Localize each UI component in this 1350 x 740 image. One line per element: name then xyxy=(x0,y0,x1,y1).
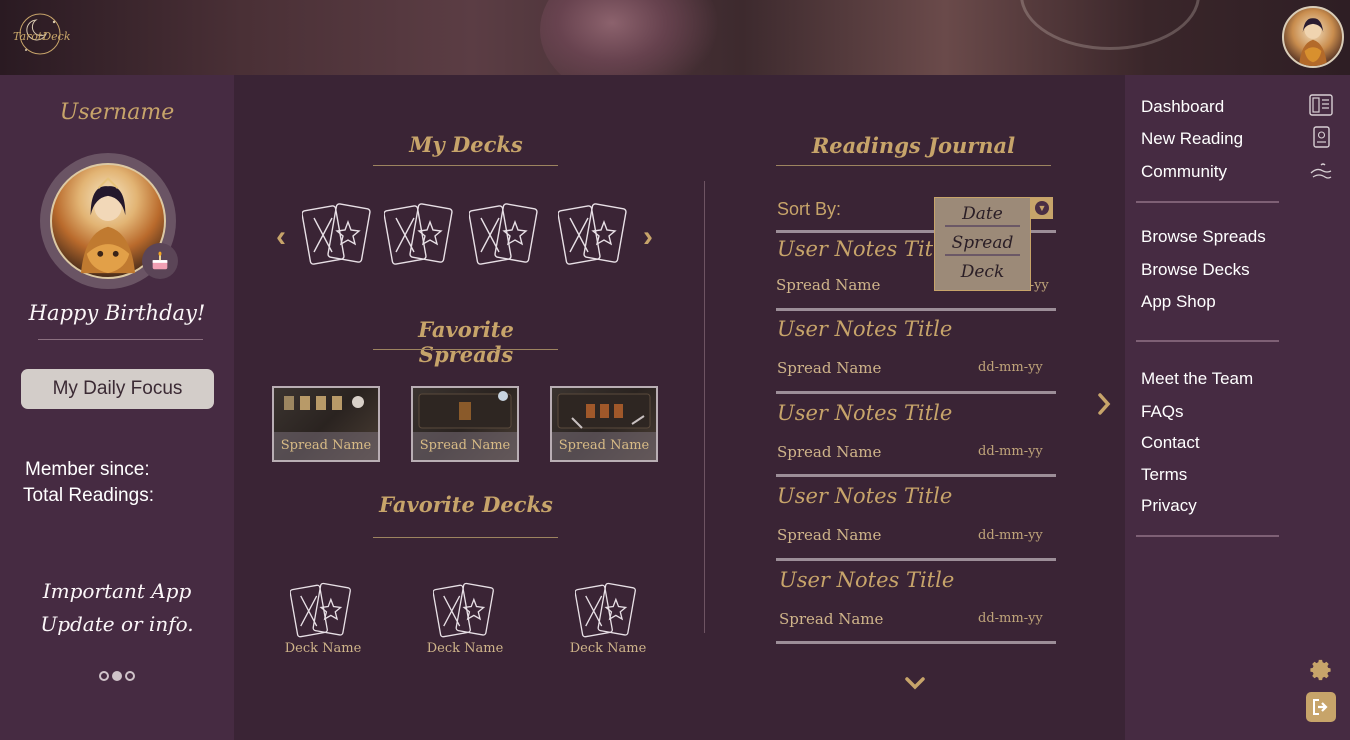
carousel-dot[interactable] xyxy=(125,671,135,681)
deck-name-label: Deck Name xyxy=(426,641,504,656)
spread-thumbnail[interactable]: Spread Name xyxy=(411,386,519,462)
nav-divider xyxy=(1136,340,1279,342)
entry-date: dd-mm-yy xyxy=(978,360,1043,375)
profile-sidebar: Username Happy Birthday! My Daily Focus … xyxy=(0,75,234,740)
app-logo-text: TarotDeck xyxy=(13,30,71,43)
sort-by-label: Sort By: xyxy=(777,199,842,219)
deck-cards-icon[interactable] xyxy=(384,200,456,270)
nav-divider xyxy=(1136,535,1279,537)
sort-option-spread[interactable]: Spread xyxy=(945,230,1020,256)
header-banner: TarotDeck xyxy=(0,0,1350,75)
decks-next-arrow[interactable]: › xyxy=(643,222,653,252)
favorite-deck-icon[interactable] xyxy=(575,580,639,642)
carousel-dots[interactable] xyxy=(99,671,135,681)
nav-browse-decks[interactable]: Browse Decks xyxy=(1141,260,1250,280)
total-readings-label: Total Readings: xyxy=(23,485,154,506)
nav-new-reading[interactable]: New Reading xyxy=(1141,129,1243,149)
deck-name-label: Deck Name xyxy=(569,641,647,656)
carousel-dot[interactable] xyxy=(99,671,109,681)
member-since-label: Member since: xyxy=(25,459,150,480)
favorite-spreads-rule xyxy=(373,349,558,350)
daily-focus-button[interactable]: My Daily Focus xyxy=(21,369,214,409)
decks-prev-arrow[interactable]: ‹ xyxy=(276,222,286,252)
spread-name-label: Spread Name xyxy=(413,432,517,460)
favorite-deck-icon[interactable] xyxy=(290,580,354,642)
entry-date: dd-mm-yy xyxy=(978,611,1043,626)
update-line-2: Update or info. xyxy=(40,612,194,636)
nav-meet-the-team[interactable]: Meet the Team xyxy=(1141,369,1253,389)
app-update-notice: Important App Update or info. xyxy=(0,575,234,641)
logout-button[interactable] xyxy=(1306,692,1336,722)
nav-community[interactable]: Community xyxy=(1141,162,1227,182)
my-decks-rule xyxy=(373,165,558,166)
new-reading-book-icon[interactable] xyxy=(1309,126,1333,148)
dashboard-icon[interactable] xyxy=(1309,94,1333,116)
favorite-decks-title: Favorite Decks xyxy=(379,492,553,517)
entry-date: dd-mm-yy xyxy=(978,444,1043,459)
entry-spread-name: Spread Name xyxy=(776,276,881,294)
spread-name-label: Spread Name xyxy=(552,432,656,460)
birthday-message: Happy Birthday! xyxy=(28,301,206,325)
logout-icon xyxy=(1313,699,1328,715)
nav-app-shop[interactable]: App Shop xyxy=(1141,292,1216,312)
settings-gear-icon[interactable] xyxy=(1308,657,1334,683)
entry-spread-name: Spread Name xyxy=(777,526,882,544)
nav-browse-spreads[interactable]: Browse Spreads xyxy=(1141,227,1266,247)
readings-journal-rule xyxy=(776,165,1051,166)
entry-title[interactable]: User Notes Title xyxy=(777,237,952,261)
readings-journal-title: Readings Journal xyxy=(811,133,1016,158)
spread-name-label: Spread Name xyxy=(274,432,378,460)
header-background-art xyxy=(540,0,720,75)
favorite-deck-icon[interactable] xyxy=(433,580,497,642)
journal-scroll-down-arrow[interactable] xyxy=(905,672,925,694)
deck-name-label: Deck Name xyxy=(284,641,362,656)
spread-thumbnail[interactable]: Spread Name xyxy=(272,386,380,462)
entry-divider xyxy=(776,641,1056,644)
nav-terms[interactable]: Terms xyxy=(1141,465,1187,485)
chevron-down-icon: ▼ xyxy=(1035,201,1049,215)
entry-title[interactable]: User Notes Title xyxy=(777,317,952,341)
entry-spread-name: Spread Name xyxy=(777,443,882,461)
nav-dashboard[interactable]: Dashboard xyxy=(1141,97,1224,117)
sort-option-date[interactable]: Date xyxy=(945,201,1020,227)
deck-cards-icon[interactable] xyxy=(558,200,630,270)
entry-title[interactable]: User Notes Title xyxy=(779,568,954,592)
update-line-1: Important App xyxy=(42,579,192,603)
carousel-dot-active[interactable] xyxy=(112,671,122,681)
entry-spread-name: Spread Name xyxy=(779,610,884,628)
birthday-cake-icon xyxy=(142,243,178,279)
community-hands-icon[interactable] xyxy=(1309,161,1333,183)
column-divider xyxy=(704,181,705,633)
entry-divider xyxy=(776,308,1056,311)
nav-contact[interactable]: Contact xyxy=(1141,433,1200,453)
entry-title[interactable]: User Notes Title xyxy=(777,401,952,425)
deck-cards-icon[interactable] xyxy=(469,200,541,270)
nav-divider xyxy=(1136,201,1279,203)
nav-sidebar: Dashboard New Reading Community Browse S… xyxy=(1125,75,1350,740)
sort-dropdown-menu[interactable]: Date Spread Deck xyxy=(934,197,1031,291)
header-avatar[interactable] xyxy=(1282,6,1344,68)
main-content: My Decks ‹ › Favorite Spreads Spread Nam… xyxy=(234,75,1125,740)
spread-thumbnail[interactable]: Spread Name xyxy=(550,386,658,462)
favorite-decks-rule xyxy=(373,537,558,538)
divider xyxy=(38,339,203,340)
entry-divider xyxy=(776,391,1056,394)
journal-next-arrow[interactable] xyxy=(1097,391,1111,421)
username-label: Username xyxy=(59,100,175,125)
header-background-glass xyxy=(1020,0,1200,50)
deck-cards-icon[interactable] xyxy=(302,200,374,270)
favorite-spreads-title: Favorite Spreads xyxy=(418,317,514,367)
entry-title[interactable]: User Notes Title xyxy=(777,484,952,508)
entry-divider xyxy=(776,558,1056,561)
entry-spread-name: Spread Name xyxy=(777,359,882,377)
nav-faqs[interactable]: FAQs xyxy=(1141,402,1184,422)
entry-date: dd-mm-yy xyxy=(978,528,1043,543)
nav-privacy[interactable]: Privacy xyxy=(1141,496,1197,516)
my-decks-title: My Decks xyxy=(409,132,523,157)
sort-dropdown-toggle[interactable]: ▼ xyxy=(1031,197,1053,219)
sort-option-deck[interactable]: Deck xyxy=(945,259,1020,285)
entry-divider xyxy=(776,474,1056,477)
